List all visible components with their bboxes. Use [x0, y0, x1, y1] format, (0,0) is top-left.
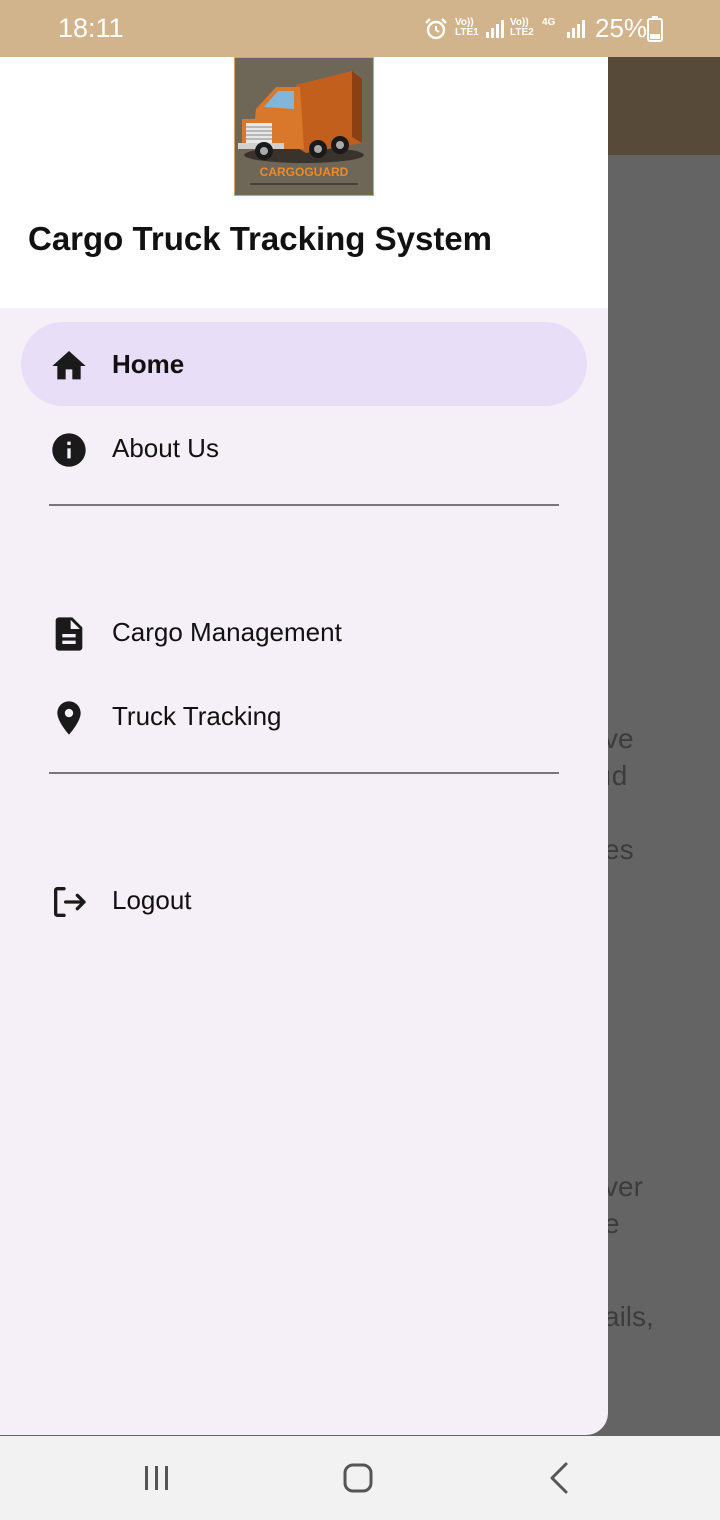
background-text: ver	[604, 1171, 643, 1202]
battery-icon	[647, 16, 663, 42]
divider	[49, 504, 559, 506]
svg-text:CARGOGUARD: CARGOGUARD	[260, 165, 349, 179]
nav-item-label: Truck Tracking	[112, 701, 282, 731]
nav-item-about-us[interactable]: About Us	[21, 406, 587, 490]
battery-percent: 25%	[595, 13, 648, 43]
nav-item-truck-tracking[interactable]: Truck Tracking	[21, 674, 587, 758]
nav-item-label: Cargo Management	[112, 617, 342, 647]
cargoguard-logo: CARGOGUARD	[234, 57, 374, 196]
home-icon	[52, 351, 86, 380]
home-nav-icon[interactable]	[336, 1456, 380, 1500]
drawer-header: CARGOGUARD Cargo Truck Tracking System	[0, 57, 608, 308]
signal-icon-2	[567, 20, 585, 38]
nav-item-cargo-management[interactable]: Cargo Management	[21, 590, 587, 674]
nav-item-home[interactable]: Home	[21, 322, 587, 406]
logout-icon	[54, 887, 86, 917]
divider	[49, 772, 559, 774]
recent-apps-icon[interactable]	[135, 1456, 179, 1500]
alarm-icon	[425, 18, 447, 40]
signal-icon-1	[486, 20, 504, 38]
system-navigation-bar	[0, 1436, 720, 1520]
status-time: 18:11	[58, 13, 124, 43]
nav-item-logout[interactable]: Logout	[21, 858, 587, 942]
background-text: ails,	[604, 1301, 654, 1332]
sim1-label: Vo)) LTE1	[455, 17, 479, 38]
info-icon	[52, 433, 86, 467]
background-text: ve	[604, 723, 634, 754]
nav-item-label: Logout	[112, 885, 192, 915]
nav-item-label: Home	[112, 349, 185, 379]
network-label: 4G	[542, 17, 556, 28]
navigation-drawer: CARGOGUARD Cargo Truck Tracking System H…	[0, 57, 608, 1435]
back-icon[interactable]	[538, 1456, 582, 1500]
background-text: es	[604, 834, 634, 865]
location-pin-icon	[57, 701, 81, 735]
nav-item-label: About Us	[112, 433, 219, 463]
sim2-label: Vo)) LTE2	[510, 17, 534, 38]
drawer-title: Cargo Truck Tracking System	[28, 220, 493, 257]
status-bar: 18:11 Vo)) LTE1 Vo)) LTE2 4G 25%	[0, 0, 720, 57]
document-icon	[55, 617, 83, 651]
